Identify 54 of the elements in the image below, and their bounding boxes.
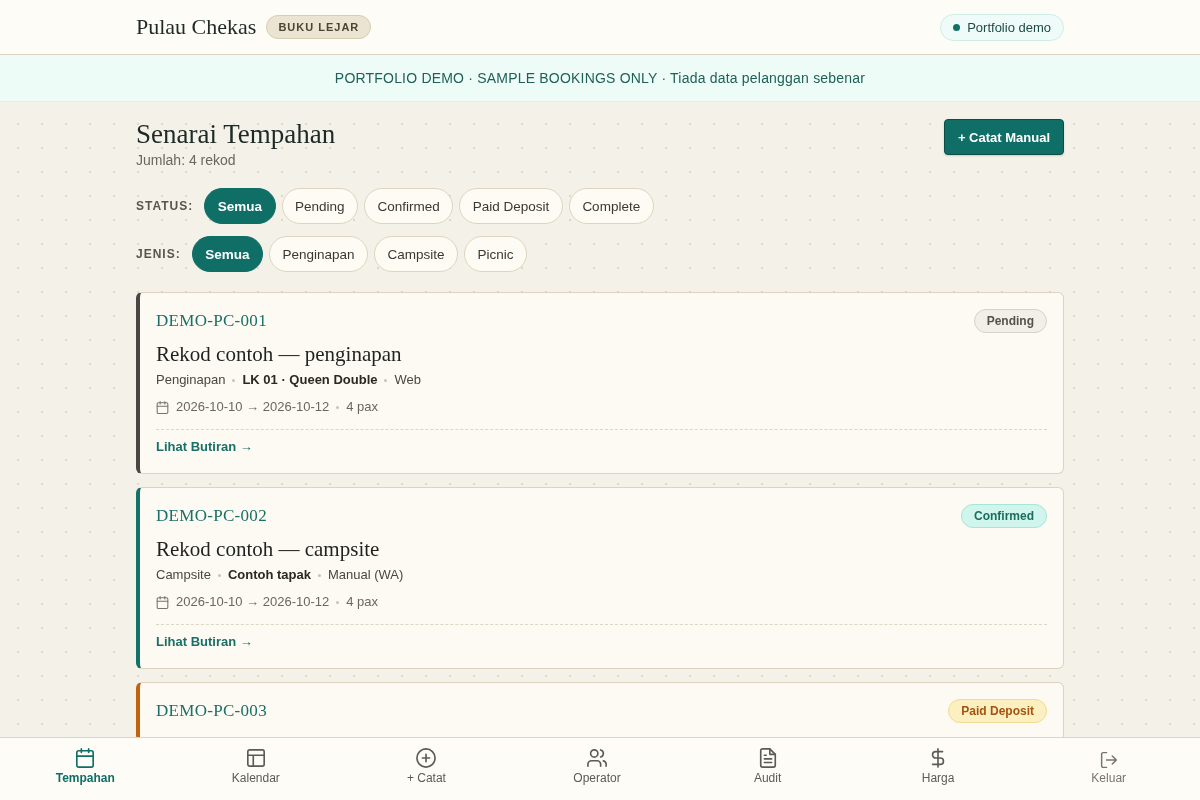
demo-badge-label: Portfolio demo: [967, 19, 1051, 35]
add-manual-button[interactable]: + Catat Manual: [943, 119, 1064, 155]
unit-name: LK 01 · Queen Double: [242, 371, 378, 389]
nav-tab[interactable]: Kalendar: [225, 738, 286, 786]
date-range: 2026-10-10 → 2026-10-12: [176, 593, 330, 611]
booking-type: Campsite: [156, 566, 211, 584]
filter-chip[interactable]: Complete: [568, 188, 654, 224]
nav-tab[interactable]: Operator: [567, 738, 627, 786]
nav-tab[interactable]: Audit: [747, 738, 788, 786]
record-count: Jumlah: 4 rekod: [136, 151, 237, 169]
guest-count: 4 pax: [346, 398, 379, 416]
users-icon: [587, 748, 607, 768]
logout-button[interactable]: Keluar: [1085, 738, 1133, 786]
filter-chip[interactable]: Picnic: [464, 236, 528, 272]
calendar-icon: [156, 595, 169, 609]
booking-title: Rekod contoh — campsite: [156, 536, 381, 562]
status-badge: Confirmed: [961, 504, 1047, 528]
brand-name: Pulau Chekas: [136, 14, 257, 40]
status-dot-icon: [953, 23, 961, 31]
status-badge: Pending: [973, 309, 1047, 333]
nav-tab[interactable]: Harga: [915, 738, 961, 786]
status-badge: Paid Deposit: [948, 699, 1047, 723]
details-link[interactable]: Lihat Butiran →: [156, 633, 253, 651]
unit-name: Contoh tapak: [227, 566, 311, 584]
page-title: Senarai Tempahan: [136, 119, 336, 149]
guest-count: 4 pax: [346, 593, 379, 611]
filter-chip[interactable]: Campsite: [374, 236, 459, 272]
date-range: 2026-10-10 → 2026-10-12: [176, 398, 330, 416]
filter-chip[interactable]: Confirmed: [364, 188, 454, 224]
filter-chip[interactable]: Semua: [204, 188, 276, 224]
filter-chip[interactable]: Paid Deposit: [459, 188, 563, 224]
filter-chip[interactable]: Pending: [281, 188, 359, 224]
calendar-icon: [75, 748, 96, 768]
document-icon: [757, 748, 778, 768]
filter-label: STATUS:: [136, 199, 194, 213]
filter-chip[interactable]: Penginapan: [268, 236, 369, 272]
nav-tab[interactable]: + Catat: [400, 738, 452, 786]
layout-icon: [245, 748, 266, 768]
details-link[interactable]: Lihat Butiran →: [156, 438, 253, 456]
booking-source: Web: [394, 371, 421, 389]
plus-circle-icon: [416, 748, 437, 768]
booking-source: Manual (WA): [328, 566, 404, 584]
booking-id: DEMO-PC-002: [156, 506, 267, 526]
filter-chip[interactable]: Semua: [191, 236, 263, 272]
ledger-tag-badge: BUKU LEJAR: [266, 15, 372, 39]
demo-notice-banner: PORTFOLIO DEMO · SAMPLE BOOKINGS ONLY · Tiada data pelanggan sebenar: [0, 55, 1200, 102]
calendar-icon: [156, 400, 169, 414]
booking-title: Rekod contoh — penginapan: [156, 341, 403, 367]
logout-icon: [1099, 751, 1118, 769]
booking-type: Penginapan: [156, 371, 226, 389]
booking-id: DEMO-PC-001: [156, 311, 267, 331]
booking-id: DEMO-PC-003: [156, 701, 267, 721]
filter-label: JENIS:: [136, 247, 181, 261]
nav-tab[interactable]: Tempahan: [49, 738, 121, 786]
